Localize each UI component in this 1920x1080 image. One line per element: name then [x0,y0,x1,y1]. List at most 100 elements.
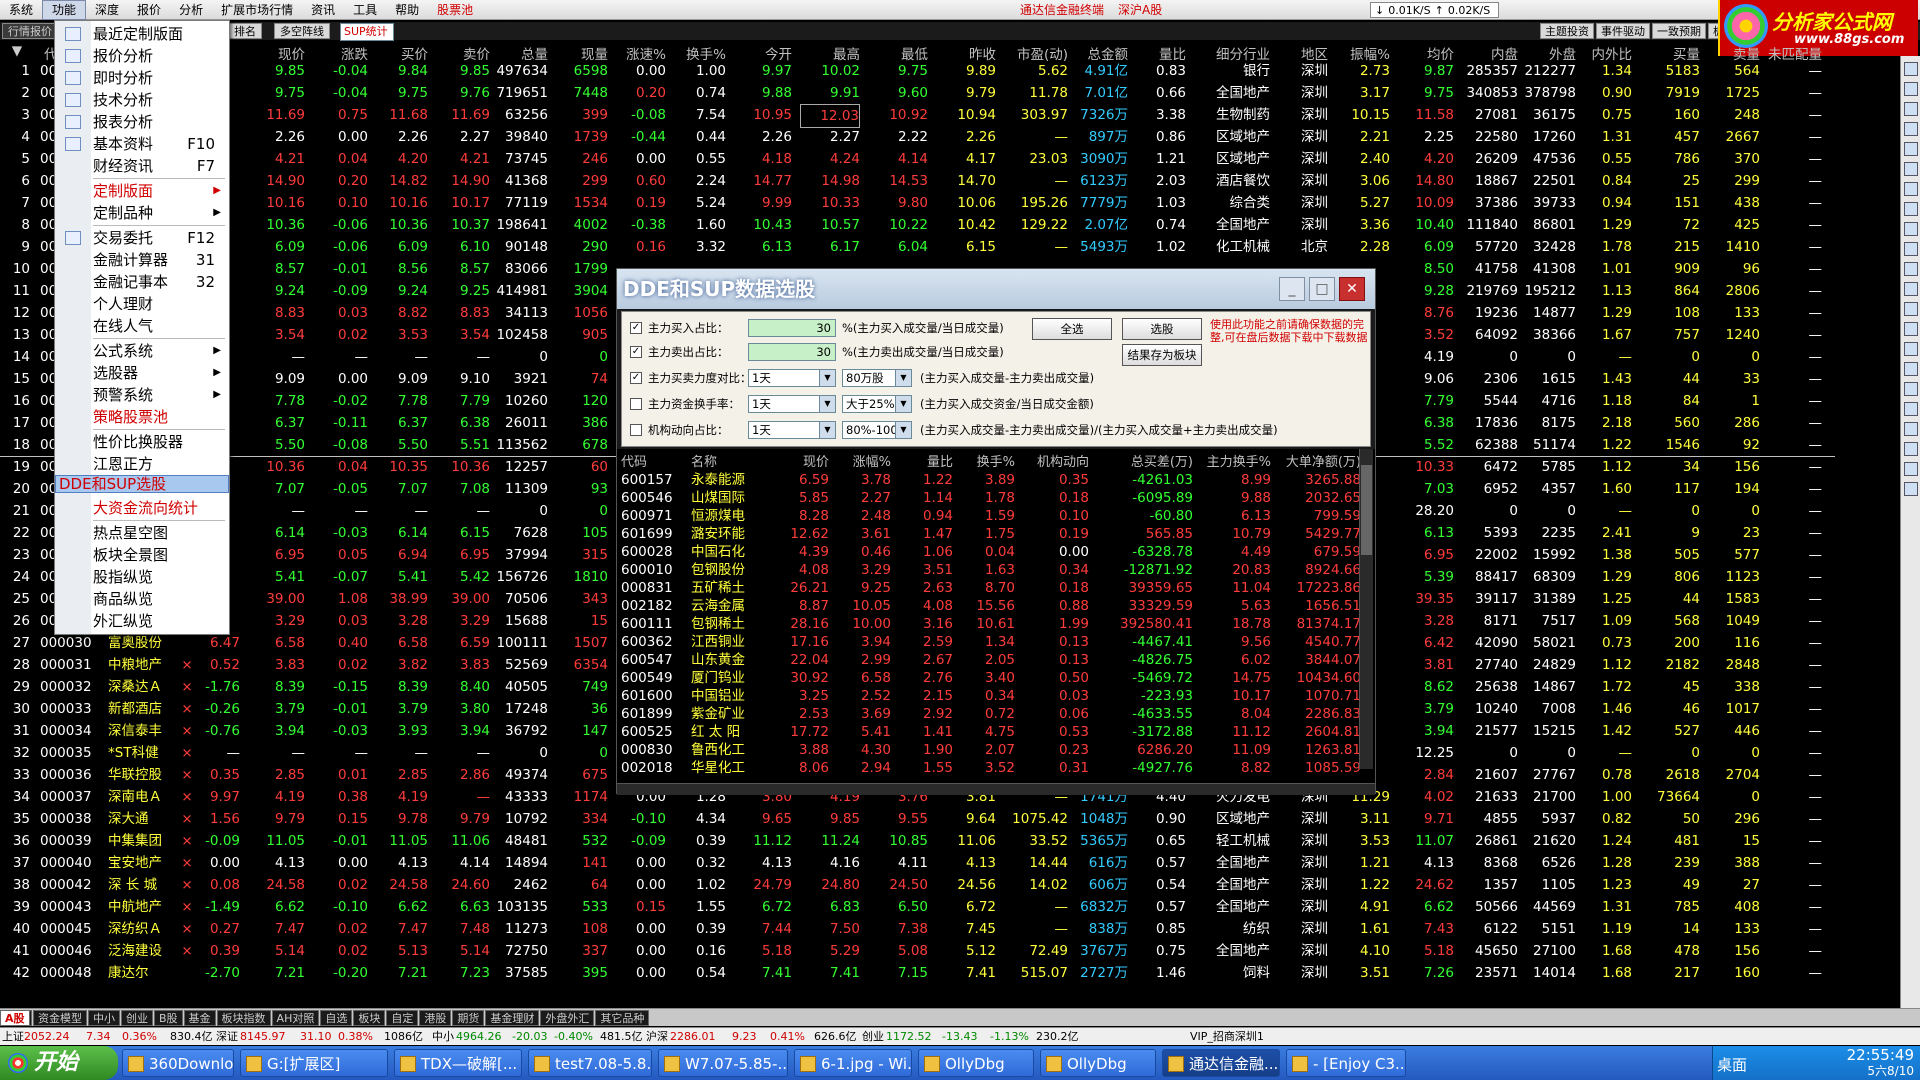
checkbox-sell-ratio[interactable]: ✓ [630,346,642,358]
menu-item[interactable]: 报价分析 [55,45,229,67]
result-row[interactable]: 600362 江西铜业 17.16 3.94 2.59 1.34 0.13 -4467.41 9… [617,633,1361,651]
menu-item[interactable]: DDE和SUP选股 [55,475,229,493]
menu-item[interactable]: 大资金流向统计 [55,497,229,519]
taskbar-item[interactable]: W7.07-5.85-... [658,1049,788,1077]
taskbar-item[interactable]: 360Downloads [122,1049,234,1077]
checkbox-buy-ratio[interactable]: ✓ [630,322,642,334]
clock-icon[interactable] [1904,362,1918,376]
taskbar-item[interactable]: OllyDbg [1040,1049,1156,1077]
result-col-header[interactable]: 机构动向 [1017,451,1089,470]
table-row[interactable]: 6 00 14.90 0.20 14.82 14.90 41368 299 0.60 2.24 14… [0,170,1900,192]
table-row[interactable]: 9 00 6.09 -0.06 6.09 6.10 90148 290 0.16 3.32 6.13… [0,236,1900,258]
market-tab[interactable]: 板块 [353,1009,386,1026]
menu-item[interactable]: 公式系统 ▶ [55,340,229,362]
table-row[interactable]: 35 000038 深大通 1.56 9.79 0.15 9.78 9.79 10792 334-… [0,808,1900,830]
result-col-header[interactable]: 主力换手% [1199,451,1271,470]
select-all-button[interactable]: 全选 [1032,318,1112,340]
tab-consensus[interactable]: 一致预期 [1652,23,1706,39]
result-row[interactable]: 002182 云海金属 8.87 10.05 4.08 15.56 0.88 33329.59… [617,597,1361,615]
candle-icon[interactable] [1904,162,1918,176]
table-row[interactable]: 8 00 10.36 -0.06 10.36 10.37 198641 4002 -0.38 1.… [0,214,1900,236]
menu-help[interactable]: 帮助 [386,0,428,20]
market-tab[interactable]: 资金模型 [33,1009,87,1026]
result-row[interactable]: 601600 中国铝业 3.25 2.52 2.15 0.34 0.03 -223.93 10.… [617,687,1361,705]
menu-item[interactable]: 财经资讯 F7 [55,155,229,177]
menu-depth[interactable]: 深度 [86,0,128,20]
result-row[interactable]: 601899 紫金矿业 2.53 3.69 2.92 0.72 0.06 -4633.55 8.… [617,705,1361,723]
table-row[interactable]: 42 000048 康达尔 -2.70 7.21 -0.20 7.21 7.23 37585 39… [0,962,1900,984]
tab-quotes[interactable]: 行情报价 [2,23,58,39]
news-icon[interactable] [1904,182,1918,196]
menu-item[interactable]: 热点星空图 [55,522,229,544]
help-icon[interactable] [1904,442,1918,456]
menu-stock-pool[interactable]: 股票池 [428,0,482,20]
table-row[interactable]: 37 000040 宝安地产 0.00 4.13 0.00 4.13 4.14 14894 141… [0,852,1900,874]
list-icon[interactable] [1904,122,1918,136]
select-turnover-days[interactable]: 1天 ▼ [748,395,836,413]
select-turnover-threshold[interactable]: 大于25% ▼ [842,395,912,413]
result-col-header[interactable]: 大单净额(万) [1275,451,1361,470]
print-icon[interactable] [1904,462,1918,476]
result-row[interactable]: 600546 山煤国际 5.85 2.27 1.14 1.78 0.18 -6095.89 9.… [617,489,1361,507]
result-row[interactable]: 002018 华星化工 8.06 2.94 1.55 3.52 0.31 -4927.76 8.… [617,759,1361,777]
taskbar-item[interactable]: 通达信金融... [1162,1049,1280,1077]
result-row[interactable]: 600010 包钢股份 4.08 3.29 3.51 1.63 0.34 -12871.92 2… [617,561,1361,579]
star-icon[interactable] [1904,262,1918,276]
menu-item[interactable]: 定制版面 ▶ [55,180,229,202]
market-tab[interactable]: A股 [0,1010,30,1026]
tab-event-driven[interactable]: 事件驱动 [1596,23,1650,39]
menu-item[interactable]: 即时分析 [55,67,229,89]
menu-function[interactable]: 功能 [42,0,87,20]
taskbar-item[interactable]: TDX—破解[... [394,1049,522,1077]
menu-item[interactable]: 报表分析 [55,111,229,133]
taskbar-item[interactable]: G:[扩展区] [240,1049,388,1077]
market-tab[interactable]: 期货 [452,1009,485,1026]
menu-item[interactable]: 最近定制版面 [55,23,229,45]
menu-item[interactable]: 金融记事本 32 [55,271,229,293]
menu-tools[interactable]: 工具 [344,0,386,20]
checkbox-institution[interactable] [630,424,642,436]
table-row[interactable]: 7 00 10.16 0.10 10.16 10.17 77119 1534 0.19 5.24 9… [0,192,1900,214]
minimize-icon[interactable]: _ [1279,277,1305,301]
menu-item[interactable]: 个人理财 [55,293,229,315]
arrow-down-icon[interactable] [1904,62,1918,76]
table-row[interactable]: 4 00 2.26 0.00 2.26 2.27 39840 1739 -0.44 0.44 2.2… [0,126,1900,148]
menu-item[interactable]: 性价比换股器 [55,431,229,453]
result-col-header[interactable]: 涨幅% [833,451,891,470]
arrow-up-icon[interactable] [1904,82,1918,96]
filter-icon[interactable] [1904,282,1918,296]
table-row[interactable]: 2 00 9.75 -0.04 9.75 9.76 719651 7448 0.20 0.74 9.… [0,82,1900,104]
close-icon[interactable]: ✕ [1339,277,1365,301]
result-row[interactable]: 600971 恒源煤电 8.28 2.48 0.94 1.59 0.10 -60.80 6.13… [617,507,1361,525]
checkbox-turnover[interactable] [630,398,642,410]
grid-icon[interactable] [1904,102,1918,116]
menu-item[interactable]: 在线人气 [55,315,229,337]
lock-icon[interactable] [1904,422,1918,436]
menu-item[interactable]: 交易委托 F12 [55,227,229,249]
chart-icon[interactable] [1904,142,1918,156]
menu-item[interactable]: 金融计算器 31 [55,249,229,271]
input-buy-ratio[interactable]: 30 [748,319,836,337]
market-tab[interactable]: 中小 [88,1009,120,1026]
note-icon[interactable] [1904,382,1918,396]
alert-icon[interactable] [1904,302,1918,316]
scroll-thumb[interactable] [1361,465,1372,555]
result-col-header[interactable]: 现价 [769,451,829,470]
taskbar-item[interactable]: test7.08-5.8... [528,1049,652,1077]
menu-quote[interactable]: 报价 [128,0,170,20]
money-icon[interactable] [1904,322,1918,336]
result-col-header[interactable]: 名称 [691,451,761,470]
calc-icon[interactable] [1904,482,1918,496]
pick-stocks-button[interactable]: 选股 [1122,318,1202,340]
market-tab[interactable]: AH对照 [271,1009,320,1026]
market-tab[interactable]: 港股 [419,1009,452,1026]
result-col-header[interactable]: 量比 [897,451,953,470]
result-row[interactable]: 600549 厦门钨业 30.92 6.58 2.76 3.40 0.50 -5469.72 1… [617,669,1361,687]
market-tab[interactable]: B股 [154,1009,183,1026]
select-institution-days[interactable]: 1天 ▼ [748,421,836,439]
menu-item[interactable]: 预警系统 ▶ [55,384,229,406]
market-tab[interactable]: 板块指数 [216,1009,271,1026]
header-dropdown-icon[interactable]: ▼ [10,43,24,59]
menu-item[interactable]: 江恩正方 [55,453,229,475]
result-row[interactable]: 000831 五矿稀土 26.21 9.25 2.63 8.70 0.18 39359.65 1… [617,579,1361,597]
